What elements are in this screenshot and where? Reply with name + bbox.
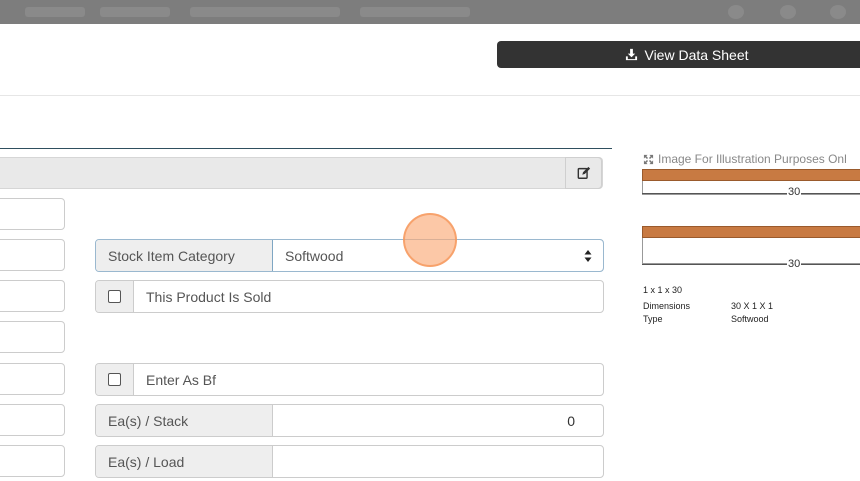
nav-placeholder: [100, 7, 170, 17]
expand-icon: [643, 154, 654, 164]
nav-icon[interactable]: [780, 5, 796, 19]
ea-per-stack-label: Ea(s) / Stack: [96, 405, 273, 436]
stock-item-category-group: Stock Item Category Softwood: [95, 239, 604, 272]
ea-per-load-input[interactable]: [273, 446, 603, 477]
top-navigation-bar: [0, 0, 860, 24]
board-top-face: [642, 226, 860, 238]
view-data-sheet-label: View Data Sheet: [644, 46, 749, 63]
text-input[interactable]: [0, 239, 65, 271]
panel-divider: [0, 148, 612, 149]
text-input[interactable]: [0, 280, 65, 312]
text-input[interactable]: [0, 445, 65, 477]
stock-item-category-label: Stock Item Category: [96, 240, 273, 271]
illustration-caption: Image For Illustration Purposes Onl: [643, 152, 847, 166]
enter-as-bf-label: Enter As Bf: [146, 371, 217, 388]
select-arrows-icon: [584, 250, 592, 262]
text-input[interactable]: [0, 321, 65, 353]
click-indicator: [403, 213, 457, 267]
dimension-label-top: 30: [787, 186, 802, 198]
board-top-face: [642, 169, 860, 181]
ea-per-load-group: Ea(s) / Load: [95, 445, 604, 478]
dimension-label-bottom: 30: [787, 258, 802, 270]
nav-placeholder: [190, 7, 340, 17]
ea-per-stack-group: Ea(s) / Stack 0: [95, 404, 604, 437]
product-sold-checkbox[interactable]: [108, 290, 121, 303]
board-size-title: 1 x 1 x 30: [643, 285, 683, 295]
spec-key-type: Type: [643, 314, 663, 324]
text-input[interactable]: [0, 404, 65, 436]
dimension-line: [642, 264, 860, 265]
illustration-caption-text: Image For Illustration Purposes Onl: [658, 152, 847, 166]
nav-icon[interactable]: [830, 5, 846, 19]
section-divider: [0, 95, 860, 96]
nav-placeholder: [360, 7, 470, 17]
stock-item-category-value: Softwood: [285, 247, 344, 264]
panel-header: [0, 157, 603, 189]
product-sold-label: This Product Is Sold: [146, 288, 272, 305]
edit-icon: [577, 166, 590, 179]
ea-per-load-label: Ea(s) / Load: [96, 446, 273, 477]
enter-as-bf-checkbox[interactable]: [108, 373, 121, 386]
enter-as-bf-checkbox-wrap: [96, 364, 134, 395]
view-data-sheet-button[interactable]: View Data Sheet: [497, 41, 860, 68]
product-sold-checkbox-wrap: [96, 281, 134, 312]
dimension-line: [642, 193, 860, 194]
enter-as-bf-group: Enter As Bf: [95, 363, 604, 396]
text-input[interactable]: [0, 198, 65, 230]
download-icon: [626, 48, 638, 61]
nav-placeholder: [25, 7, 85, 17]
spec-key-dimensions: Dimensions: [643, 301, 691, 311]
board-side-face: [642, 238, 860, 264]
text-input[interactable]: [0, 363, 65, 395]
ea-per-stack-input[interactable]: 0: [273, 405, 603, 436]
spec-value-dimensions: 30 X 1 X 1: [731, 301, 774, 311]
nav-icon[interactable]: [728, 5, 744, 19]
edit-button[interactable]: [565, 157, 602, 189]
spec-value-type: Softwood: [731, 314, 769, 324]
product-sold-group: This Product Is Sold: [95, 280, 604, 313]
